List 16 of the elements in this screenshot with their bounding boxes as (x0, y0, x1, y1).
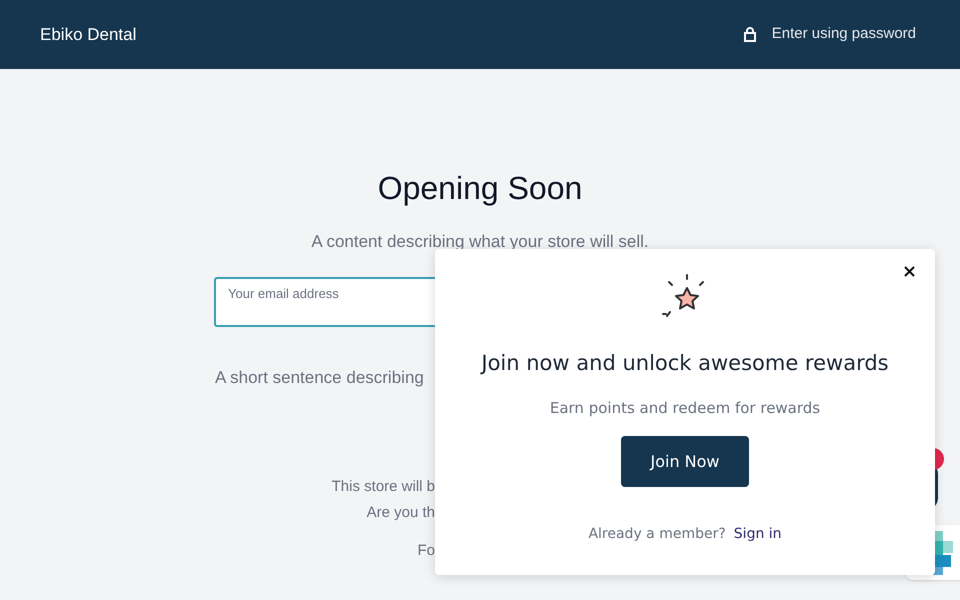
sign-in-link[interactable]: Sign in (734, 524, 782, 545)
store-name: Ebiko Dental (40, 24, 136, 46)
notice-text: This store will b (332, 477, 435, 497)
popup-title: Join now and unlock awesome rewards (481, 350, 889, 377)
close-icon (904, 266, 914, 276)
short-sentence: A short sentence describing (215, 366, 425, 388)
popup-subtitle: Earn points and redeem for rewards (550, 398, 820, 418)
store-description: A content describing what your store will sell. (311, 231, 649, 253)
email-field[interactable]: Your email address (214, 276, 435, 326)
footer-text: Fo (417, 541, 435, 561)
password-link[interactable]: Enter using password (744, 23, 916, 46)
join-now-button[interactable]: Join Now (621, 436, 749, 487)
lock-icon (744, 27, 756, 42)
page-title: Opening Soon (378, 169, 582, 207)
notice-text: Are you th (366, 503, 435, 523)
member-prompt: Already a member? (588, 525, 726, 544)
